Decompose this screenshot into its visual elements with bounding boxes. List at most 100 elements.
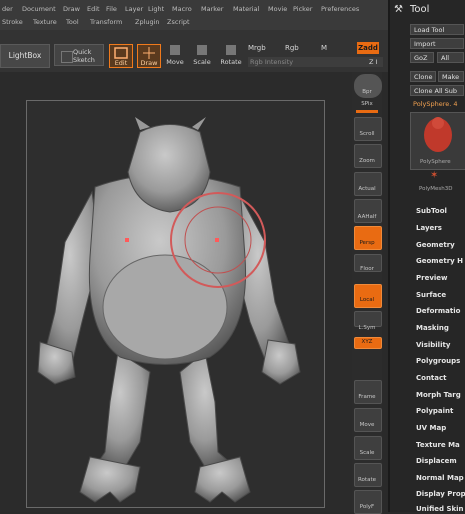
menu-preferences[interactable]: Preferences xyxy=(321,5,359,13)
quick-sketch-button[interactable]: Quick Sketch xyxy=(54,44,104,66)
menu-file[interactable]: File xyxy=(106,5,117,13)
panel-item-polygroups[interactable]: Polygroups xyxy=(416,357,460,365)
scroll-button[interactable] xyxy=(354,117,382,141)
menu-texture[interactable]: Texture xyxy=(33,18,57,26)
quick-sketch-icon xyxy=(61,51,73,63)
clone-button[interactable]: Clone xyxy=(410,71,436,82)
panel-item-subtool[interactable]: SubTool xyxy=(416,207,447,215)
lsym-label: L.Sym xyxy=(358,325,376,331)
panel-item-visibility[interactable]: Visibility xyxy=(416,341,450,349)
lightbox-button[interactable]: LightBox xyxy=(0,44,50,68)
menu-layer[interactable]: Layer xyxy=(125,5,143,13)
actual-label: Actual xyxy=(358,186,376,192)
clone-all-subtools-button[interactable]: Clone All Sub xyxy=(410,85,464,96)
panel-item-display-properties[interactable]: Display Prop xyxy=(416,490,465,498)
menu-zplugin[interactable]: Zplugin xyxy=(135,18,160,26)
rgb-intensity-slider[interactable]: Rgb Intensity xyxy=(248,57,383,67)
menu-light[interactable]: Light xyxy=(148,5,164,13)
creature-model[interactable] xyxy=(0,72,352,512)
menu-transform[interactable]: Transform xyxy=(90,18,122,26)
menu-marker[interactable]: Marker xyxy=(201,5,223,13)
menu-draw[interactable]: Draw xyxy=(63,5,80,13)
rgb-button[interactable]: Rgb xyxy=(285,44,299,52)
spix-slider[interactable] xyxy=(356,110,378,113)
menu-tool[interactable]: Tool xyxy=(66,18,79,26)
local-label: Local xyxy=(359,297,375,303)
current-tool-name: PolySphere. 4 xyxy=(413,100,458,108)
move-button[interactable]: Move xyxy=(165,44,185,66)
panel-item-preview[interactable]: Preview xyxy=(416,274,448,282)
menu-item[interactable]: der xyxy=(2,5,13,13)
polymesh-star-icon[interactable]: ✶ xyxy=(430,170,438,181)
rotate-view-button[interactable] xyxy=(354,463,382,487)
tool-panel-title: Tool xyxy=(410,4,430,15)
draw-icon xyxy=(143,47,155,59)
persp-button[interactable] xyxy=(354,226,382,250)
import-button[interactable]: Import xyxy=(410,38,464,49)
panel-item-polypaint[interactable]: Polypaint xyxy=(416,407,453,415)
move-view-button[interactable] xyxy=(354,408,382,432)
scale-view-button[interactable] xyxy=(354,436,382,460)
panel-item-masking[interactable]: Masking xyxy=(416,324,449,332)
menu-edit[interactable]: Edit xyxy=(87,5,100,13)
m-button[interactable]: M xyxy=(321,44,327,52)
spix-label[interactable]: SPix xyxy=(350,101,384,107)
move-label: Move xyxy=(166,58,184,66)
local-button[interactable] xyxy=(354,284,382,308)
bpr-label: Bpr xyxy=(362,89,372,95)
quick-sketch-label-2: Sketch xyxy=(73,56,95,64)
zadd-button[interactable]: Zadd xyxy=(357,42,379,54)
menu-zscript[interactable]: Zscript xyxy=(167,18,190,26)
draw-label: Draw xyxy=(140,59,158,67)
menu-document[interactable]: Document xyxy=(22,5,56,13)
panel-item-texture-map[interactable]: Texture Ma xyxy=(416,441,460,449)
mrgb-button[interactable]: Mrgb xyxy=(248,44,266,52)
aahalf-label: AAHalf xyxy=(357,214,377,220)
edit-label: Edit xyxy=(114,59,128,67)
scroll-label: Scroll xyxy=(359,131,375,137)
panel-item-normal-map[interactable]: Normal Map xyxy=(416,474,464,482)
rotate-label: Rotate xyxy=(220,58,242,66)
frame-button[interactable] xyxy=(354,380,382,404)
rotate-icon xyxy=(226,45,236,55)
panel-item-surface[interactable]: Surface xyxy=(416,291,446,299)
rotate-view-label: Rotate xyxy=(357,477,376,483)
polyf-button[interactable] xyxy=(354,490,382,514)
load-tool-button[interactable]: Load Tool xyxy=(410,24,464,35)
move-icon xyxy=(170,45,180,55)
scale-view-label: Scale xyxy=(359,450,375,456)
marker-right xyxy=(215,238,219,242)
goz-button[interactable]: GoZ xyxy=(410,52,434,63)
zoom-label: Zoom xyxy=(359,158,375,164)
menu-stroke[interactable]: Stroke xyxy=(2,18,23,26)
make-button[interactable]: Make xyxy=(438,71,464,82)
menu-material[interactable]: Material xyxy=(233,5,259,13)
menu-macro[interactable]: Macro xyxy=(172,5,192,13)
panel-item-morph-target[interactable]: Morph Targ xyxy=(416,391,461,399)
rotate-button[interactable]: Rotate xyxy=(219,44,243,66)
menu-movie[interactable]: Movie xyxy=(268,5,287,13)
polymesh-thumb-label: PolyMesh3D xyxy=(419,186,453,192)
wrench-icon: ⚒ xyxy=(394,4,403,15)
zoom-button[interactable] xyxy=(354,144,382,168)
menu-picker[interactable]: Picker xyxy=(293,5,312,13)
edit-button[interactable]: Edit xyxy=(109,44,133,68)
all-button[interactable]: All xyxy=(437,52,464,63)
z-intensity-label[interactable]: Z I xyxy=(369,58,377,66)
panel-item-geometry[interactable]: Geometry xyxy=(416,241,455,249)
panel-item-contact[interactable]: Contact xyxy=(416,374,447,382)
xyz-label: XYZ xyxy=(361,339,373,345)
floor-label: Floor xyxy=(360,266,374,272)
panel-item-displacement[interactable]: Displacem xyxy=(416,457,457,465)
panel-item-layers[interactable]: Layers xyxy=(416,224,442,232)
move-view-label: Move xyxy=(359,422,375,428)
edit-icon xyxy=(114,47,128,59)
draw-button[interactable]: Draw xyxy=(137,44,161,68)
polysphere-thumb-label: PolySphere xyxy=(420,159,451,165)
panel-item-uv-map[interactable]: UV Map xyxy=(416,424,446,432)
scale-button[interactable]: Scale xyxy=(192,44,212,66)
panel-item-deformation[interactable]: Deformatio xyxy=(416,307,460,315)
panel-item-geometry-hd[interactable]: Geometry H xyxy=(416,257,463,265)
actual-button[interactable] xyxy=(354,172,382,196)
scale-icon xyxy=(197,45,207,55)
